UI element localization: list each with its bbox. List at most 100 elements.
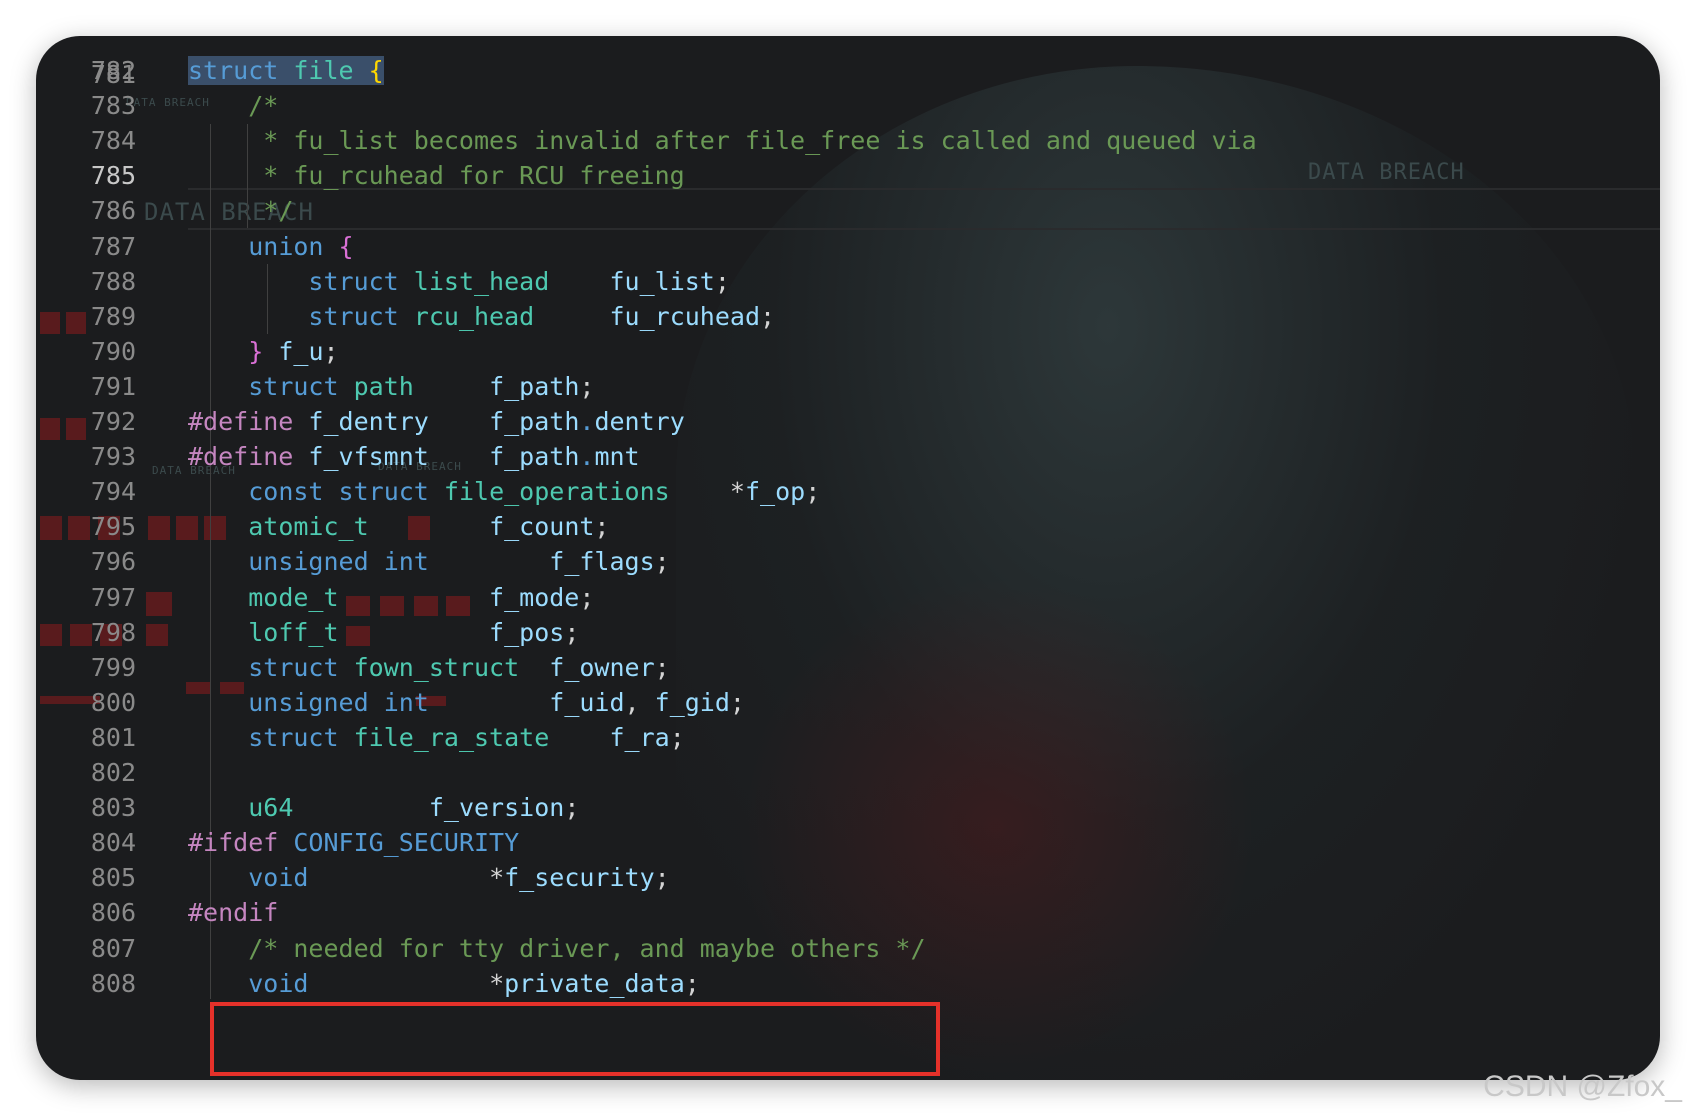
- code-token: CONFIG_SECURITY: [293, 828, 520, 858]
- code-text: #define f_vfsmnt f_path.mnt: [188, 438, 640, 476]
- code-token: f_path: [489, 371, 580, 401]
- bg-text-data-breach: DATA BREACH: [1308, 160, 1465, 185]
- code-token: ;: [654, 652, 670, 682]
- code-token: u64: [248, 793, 294, 823]
- code-token: struct: [248, 722, 339, 752]
- code-token: .: [579, 442, 595, 472]
- code-token: void: [248, 968, 309, 998]
- line-number: 792: [90, 407, 136, 436]
- code-text: atomic_t f_count;: [188, 508, 609, 546]
- line-number: 794: [90, 477, 136, 507]
- code-token: * fu_rcuhead for RCU freeing: [263, 161, 685, 191]
- code-token: struct: [188, 56, 279, 85]
- code-token: }: [248, 336, 264, 366]
- code-token: #ifdef: [188, 828, 279, 858]
- line-number: 787: [90, 231, 136, 261]
- code-token: mode_t: [248, 582, 339, 612]
- code-token: f_path: [489, 407, 580, 436]
- code-token: f_mode: [489, 582, 580, 612]
- code-token: f_vfsmnt: [308, 442, 429, 472]
- code-token: f_u: [278, 336, 324, 366]
- code-token: ;: [760, 301, 776, 331]
- code-token: f_uid: [549, 687, 625, 717]
- code-token: struct: [338, 477, 429, 507]
- code-token: ;: [323, 336, 339, 366]
- code-token: f_ra: [609, 722, 670, 752]
- code-token: int: [383, 687, 429, 717]
- code-token: ;: [654, 547, 670, 577]
- red-glow: [736, 576, 1256, 1076]
- code-token: rcu_head: [413, 301, 535, 331]
- code-token: fu_rcuhead: [609, 301, 760, 331]
- code-token: f_gid: [654, 687, 730, 717]
- line-number: 783: [90, 91, 136, 121]
- code-text: * fu_list becomes invalid after file_fre…: [188, 122, 1257, 160]
- code-text: struct list_head fu_list;: [188, 263, 729, 301]
- code-token: f_dentry: [308, 407, 429, 436]
- code-token: #define: [188, 407, 294, 436]
- code-token: /* needed for tty driver, and maybe othe…: [248, 933, 926, 963]
- code-text: void *private_data;: [188, 965, 700, 1003]
- code-token: private_data: [504, 968, 685, 998]
- code-token: f_version: [428, 793, 565, 823]
- code-text: } f_u;: [188, 333, 339, 371]
- code-token: /*: [248, 91, 279, 121]
- code-text: struct rcu_head fu_rcuhead;: [188, 298, 775, 336]
- code-text: #define f_dentry f_path.dentry: [188, 403, 685, 441]
- line-number: 807: [90, 933, 136, 963]
- code-token: mnt: [594, 442, 640, 472]
- line-number: 803: [90, 793, 136, 823]
- line-number: 790: [90, 336, 136, 366]
- code-token: ;: [729, 687, 745, 717]
- line-number: 791: [90, 371, 136, 401]
- code-text: /* needed for tty driver, and maybe othe…: [188, 930, 926, 968]
- code-token: struct: [248, 371, 339, 401]
- code-token: {: [368, 56, 384, 85]
- code-token: */: [263, 196, 294, 226]
- line-number: 808: [90, 968, 136, 998]
- code-token: * fu_list becomes invalid after file_fre…: [263, 126, 1257, 156]
- line-number: 805: [90, 863, 136, 893]
- code-token: *: [729, 477, 745, 507]
- code-token: file_ra_state: [353, 722, 550, 752]
- code-token: struct: [308, 301, 399, 331]
- code-token: const: [248, 477, 324, 507]
- line-number: 801: [90, 722, 136, 752]
- code-text: unsigned int f_flags;: [188, 543, 670, 581]
- code-token: ,: [624, 687, 655, 717]
- line-number: 793: [90, 442, 136, 472]
- code-token: {: [338, 231, 354, 261]
- code-token: f_pos: [489, 617, 565, 647]
- line-number: 786: [90, 196, 136, 226]
- code-text: */: [188, 192, 293, 230]
- code-token: atomic_t: [248, 512, 369, 542]
- code-token: f_count: [489, 512, 595, 542]
- code-token: void: [248, 863, 309, 893]
- code-token: #define: [188, 442, 294, 472]
- code-token: int: [383, 547, 429, 577]
- code-token: dentry: [594, 407, 685, 436]
